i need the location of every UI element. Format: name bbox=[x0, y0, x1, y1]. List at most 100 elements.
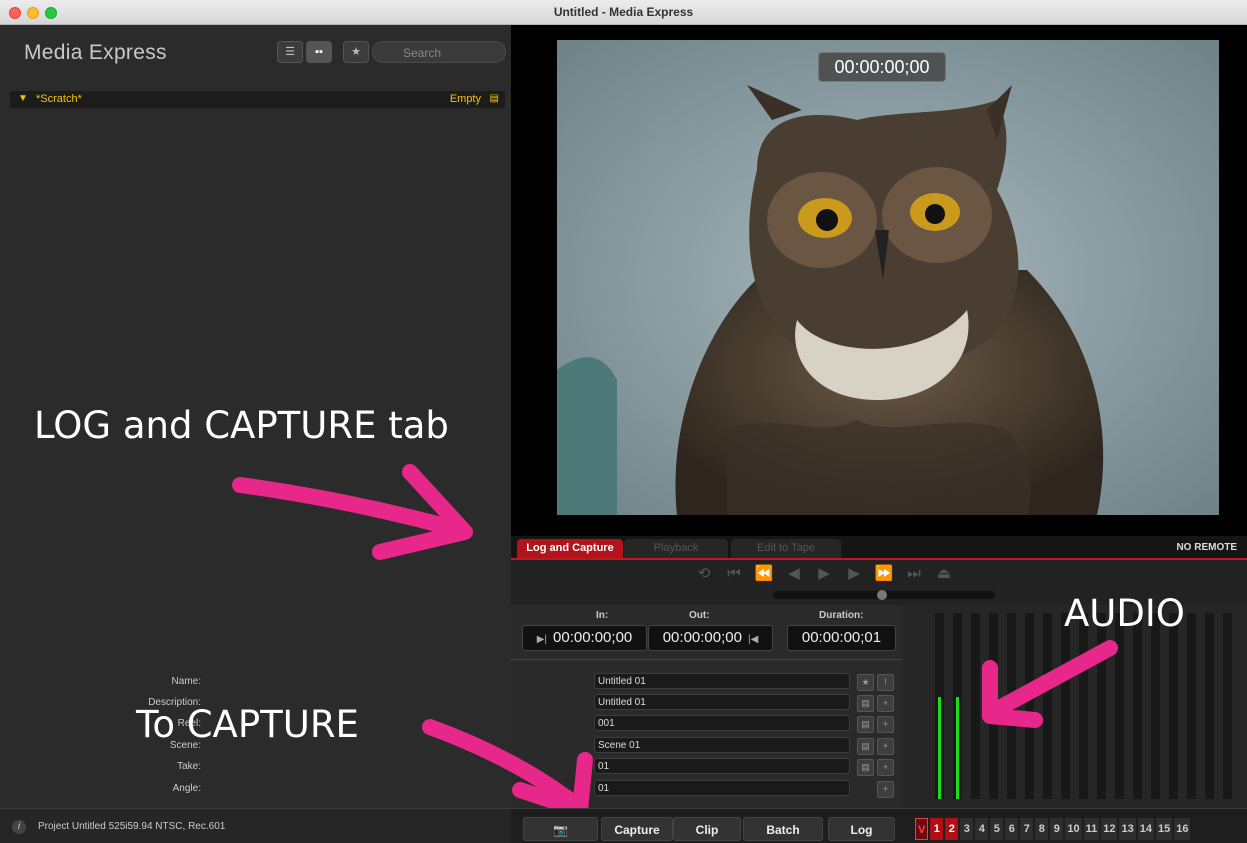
channel-5[interactable]: 5 bbox=[990, 818, 1004, 840]
scene-increment-icon[interactable]: + bbox=[877, 738, 894, 755]
description-increment-icon[interactable]: + bbox=[877, 695, 894, 712]
description-field[interactable]: Untitled 01 bbox=[594, 694, 850, 710]
mark-good-icon[interactable]: ! bbox=[877, 674, 894, 691]
channel-1[interactable]: 1 bbox=[930, 818, 944, 840]
list-view-icon[interactable]: ☰ bbox=[277, 41, 303, 63]
in-label: In: bbox=[596, 610, 609, 621]
log-button[interactable]: Log bbox=[828, 817, 895, 841]
audio-meter-14 bbox=[1169, 613, 1178, 799]
play-icon[interactable]: ▶ bbox=[809, 564, 839, 582]
tab-playback[interactable]: Playback bbox=[624, 539, 728, 558]
audio-meter-12 bbox=[1133, 613, 1142, 799]
angle-field[interactable]: 01 bbox=[594, 780, 850, 796]
in-timecode: 00:00:00;00 bbox=[553, 629, 633, 646]
in-timecode-field[interactable]: ▶| 00:00:00;00 bbox=[522, 625, 647, 651]
audio-meter-2 bbox=[953, 613, 962, 799]
mode-tab-bar: Log and Capture Playback Edit to Tape NO… bbox=[511, 536, 1247, 560]
audio-meter-8 bbox=[1061, 613, 1070, 799]
mark-in-icon[interactable]: ▶| bbox=[537, 634, 547, 645]
channel-3[interactable]: 3 bbox=[960, 818, 974, 840]
go-to-start-icon[interactable]: ⏮ bbox=[719, 565, 749, 582]
favorite-star-icon[interactable]: ★ bbox=[857, 674, 874, 691]
bin-status: Empty bbox=[449, 93, 481, 105]
rewind-icon[interactable]: ⏪ bbox=[749, 564, 779, 582]
clip-button[interactable]: Clip bbox=[673, 817, 741, 841]
video-frame bbox=[557, 40, 1219, 515]
scene-menu-icon[interactable]: ▤ bbox=[857, 738, 874, 755]
project-info: Project Untitled 525i59.94 NTSC, Rec.601 bbox=[38, 821, 226, 832]
channel-4[interactable]: 4 bbox=[975, 818, 989, 840]
disclosure-triangle-icon[interactable]: ▼ bbox=[18, 93, 28, 104]
info-icon[interactable]: i bbox=[12, 820, 26, 834]
tab-log-and-capture[interactable]: Log and Capture bbox=[517, 539, 623, 558]
channel-16[interactable]: 16 bbox=[1174, 818, 1191, 840]
thumbnail-view-icon[interactable]: ▪▪ bbox=[306, 41, 332, 63]
scene-field[interactable]: Scene 01 bbox=[594, 737, 850, 753]
name-label: Name: bbox=[171, 676, 201, 687]
eject-icon[interactable]: ⏏ bbox=[929, 564, 959, 582]
audio-meter-7 bbox=[1043, 613, 1052, 799]
audio-meter-4 bbox=[989, 613, 998, 799]
mark-out-icon[interactable]: |◀ bbox=[748, 634, 758, 645]
channel-15[interactable]: 15 bbox=[1155, 818, 1173, 840]
status-bar: i Project Untitled 525i59.94 NTSC, Rec.6… bbox=[0, 808, 511, 843]
bin-name: *Scratch* bbox=[36, 93, 82, 105]
jog-shuttle-slider[interactable] bbox=[773, 590, 995, 600]
audio-meter-13 bbox=[1151, 613, 1160, 799]
audio-meter-3 bbox=[971, 613, 980, 799]
channel-7[interactable]: 7 bbox=[1020, 818, 1034, 840]
channel-6[interactable]: 6 bbox=[1005, 818, 1019, 840]
audio-meter-17 bbox=[1223, 613, 1232, 799]
take-increment-icon[interactable]: + bbox=[877, 759, 894, 776]
channel-14[interactable]: 14 bbox=[1137, 818, 1154, 840]
audio-level-2 bbox=[956, 696, 959, 799]
step-forward-icon[interactable]: ▶ bbox=[839, 564, 869, 582]
audio-meter-panel bbox=[903, 605, 1247, 808]
annotation-to-capture: To CAPTURE bbox=[136, 703, 359, 746]
fast-forward-icon[interactable]: ⏩ bbox=[869, 564, 899, 582]
reel-increment-icon[interactable]: + bbox=[877, 716, 894, 733]
reel-field[interactable]: 001 bbox=[594, 715, 850, 731]
loop-icon[interactable]: ⟲ bbox=[689, 564, 719, 582]
owl-video-image bbox=[557, 40, 1219, 515]
channel-selector: V 1 2 3 4 5 6 7 8 9 10 11 12 13 14 15 16 bbox=[915, 818, 1192, 840]
tab-edit-to-tape[interactable]: Edit to Tape bbox=[731, 539, 841, 558]
angle-increment-icon[interactable]: + bbox=[877, 781, 894, 798]
search-input[interactable]: Search bbox=[372, 41, 506, 63]
reel-menu-icon[interactable]: ▤ bbox=[857, 716, 874, 733]
description-menu-icon[interactable]: ▤ bbox=[857, 695, 874, 712]
audio-meter-15 bbox=[1187, 613, 1196, 799]
favorites-star-icon[interactable]: ★ bbox=[343, 41, 369, 63]
channel-9[interactable]: 9 bbox=[1050, 818, 1064, 840]
capture-button[interactable]: Capture bbox=[601, 817, 673, 841]
duration-timecode: 00:00:00;01 bbox=[787, 625, 896, 651]
go-to-end-icon[interactable]: ⏭ bbox=[899, 565, 929, 582]
audio-level-1 bbox=[938, 696, 941, 799]
channel-video[interactable]: V bbox=[915, 818, 929, 840]
channel-2[interactable]: 2 bbox=[945, 818, 959, 840]
take-menu-icon[interactable]: ▤ bbox=[857, 759, 874, 776]
log-panel: In: Out: Duration: ▶| 00:00:00;00 00:00:0… bbox=[148, 605, 903, 808]
capture-button-bar: 📷 Capture Clip Batch Log V 1 2 3 4 5 6 7 8 9 10 11 1… bbox=[511, 808, 1247, 843]
batch-button[interactable]: Batch bbox=[743, 817, 823, 841]
snapshot-camera-button[interactable]: 📷 bbox=[523, 817, 598, 841]
bin-row-scratch[interactable]: ▼ *Scratch* Empty ▤ bbox=[10, 91, 505, 108]
step-back-icon[interactable]: ◀ bbox=[779, 564, 809, 582]
channel-11[interactable]: 11 bbox=[1083, 818, 1100, 840]
channel-12[interactable]: 12 bbox=[1101, 818, 1118, 840]
take-label: Take: bbox=[177, 761, 201, 772]
take-field[interactable]: 01 bbox=[594, 758, 850, 774]
name-field[interactable]: Untitled 01 bbox=[594, 673, 850, 689]
out-timecode-field[interactable]: 00:00:00;00 |◀ bbox=[648, 625, 773, 651]
log-divider bbox=[511, 659, 903, 660]
channel-10[interactable]: 10 bbox=[1065, 818, 1082, 840]
channel-13[interactable]: 13 bbox=[1119, 818, 1136, 840]
audio-meter-9 bbox=[1079, 613, 1088, 799]
audio-meter-11 bbox=[1115, 613, 1124, 799]
channel-8[interactable]: 8 bbox=[1035, 818, 1049, 840]
window-title: Untitled - Media Express bbox=[553, 5, 694, 19]
jog-knob[interactable] bbox=[877, 590, 887, 600]
audio-meter-6 bbox=[1025, 613, 1034, 799]
bin-folder-icon: ▤ bbox=[489, 93, 499, 104]
duration-label: Duration: bbox=[819, 610, 864, 621]
